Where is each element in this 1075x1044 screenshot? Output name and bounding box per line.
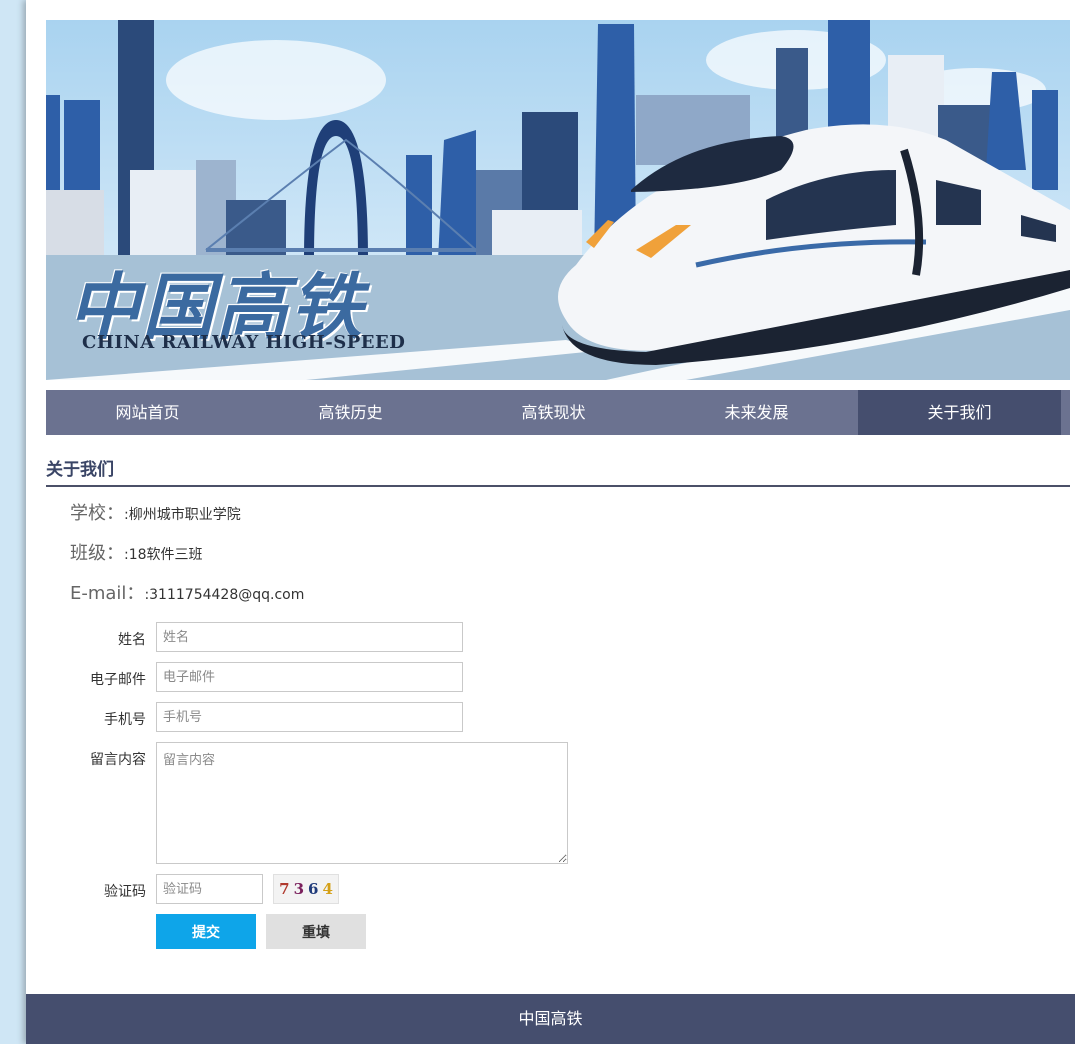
captcha-input[interactable] [156,874,263,904]
email-label: 电子邮件 [90,672,146,688]
info-email: E-mail：:3111754428@qq.com [70,579,304,605]
class-key: 班级： [70,543,124,564]
section-divider [46,485,1070,487]
nav-item-future[interactable]: 未来发展 [655,390,858,435]
section-title: 关于我们 [46,460,114,480]
school-value: :柳州城市职业学院 [124,507,241,523]
phone-label: 手机号 [104,712,146,728]
banner-subtitle: CHINA RAILWAY HIGH-SPEED [82,332,406,353]
nav-item-home[interactable]: 网站首页 [46,390,249,435]
message-textarea[interactable] [156,742,568,864]
submit-button[interactable]: 提交 [156,914,256,949]
email-key: E-mail： [70,583,145,604]
main-nav: 网站首页 高铁历史 高铁现状 未来发展 关于我们 [46,390,1070,435]
name-input[interactable] [156,622,463,652]
email-value: :3111754428@qq.com [144,587,305,603]
nav-item-status[interactable]: 高铁现状 [452,390,655,435]
email-input[interactable] [156,662,463,692]
footer: 中国高铁 [26,994,1075,1044]
phone-input[interactable] [156,702,463,732]
nav-item-history[interactable]: 高铁历史 [249,390,452,435]
banner: 中国高铁 CHINA RAILWAY HIGH-SPEED [46,20,1070,380]
info-class: 班级：:18软件三班 [70,539,203,565]
reset-button[interactable]: 重填 [266,914,366,949]
info-school: 学校：:柳州城市职业学院 [70,499,241,525]
captcha-char: 7 [279,880,290,898]
captcha-char: 6 [308,880,319,898]
nav-item-about[interactable]: 关于我们 [858,390,1061,435]
class-value: :18软件三班 [124,547,203,563]
school-key: 学校： [70,503,124,524]
name-label: 姓名 [118,632,146,648]
page: 中国高铁 CHINA RAILWAY HIGH-SPEED 网站首页 高铁历史 … [26,0,1075,1044]
message-label: 留言内容 [90,752,146,768]
captcha-char: 3 [293,880,304,898]
captcha-image[interactable]: 7 3 6 4 [273,874,339,904]
captcha-label: 验证码 [104,884,146,900]
captcha-char: 4 [322,880,333,898]
